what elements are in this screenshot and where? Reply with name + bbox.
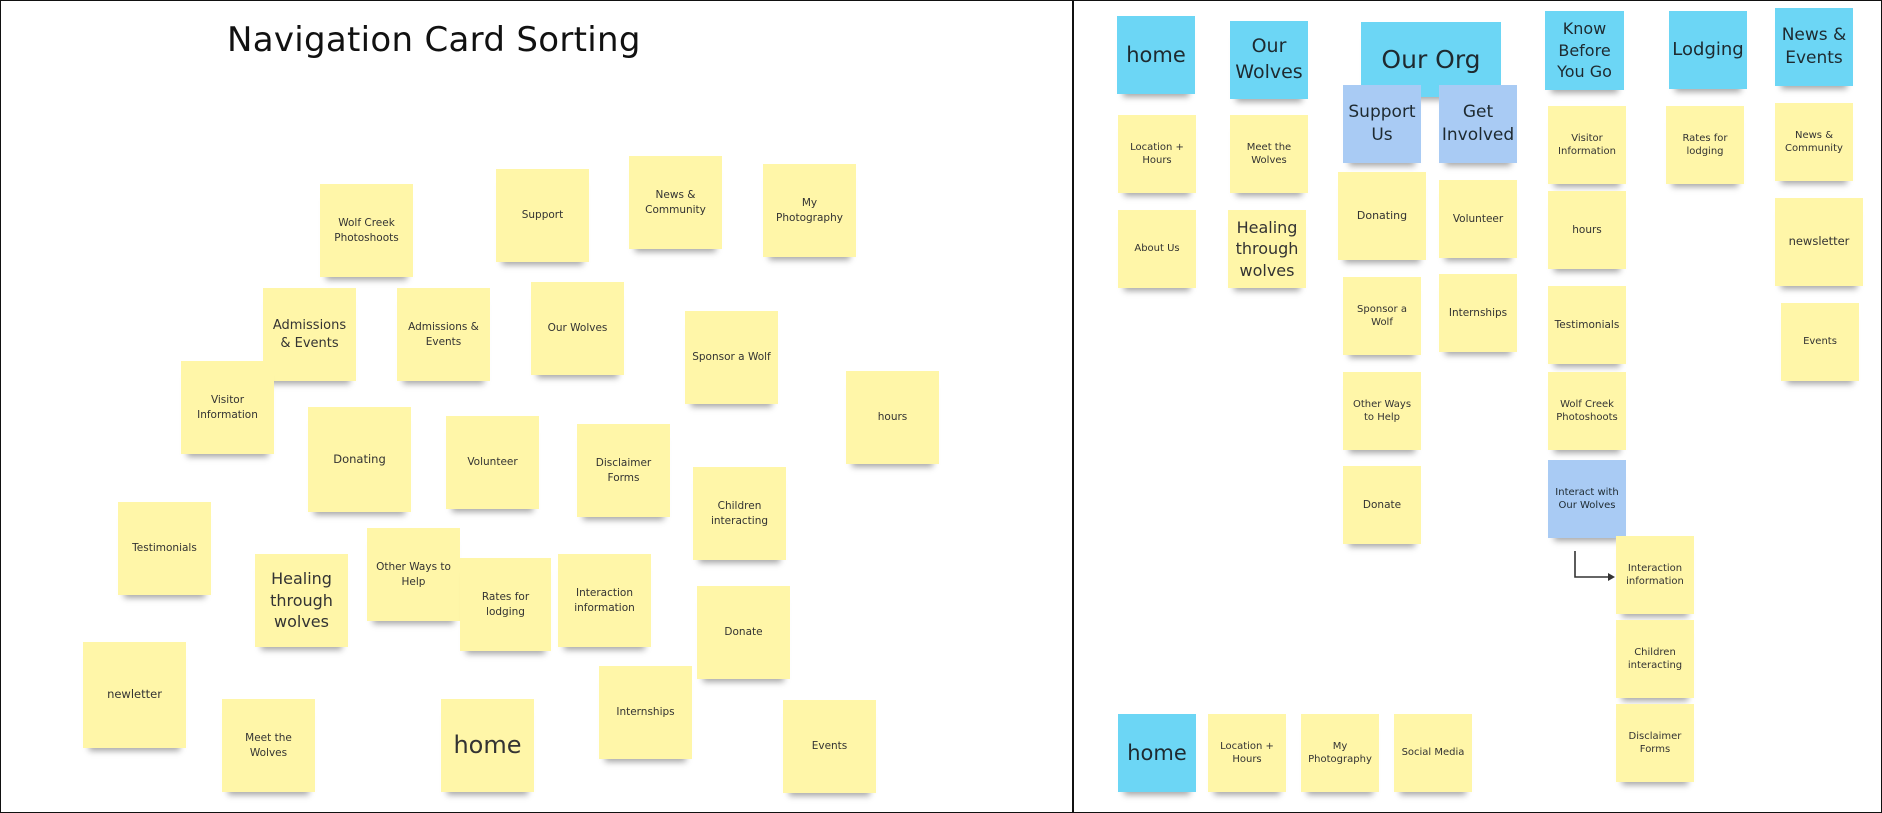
connector-arrow[interactable]	[0, 0, 1882, 813]
whiteboard-canvas: Navigation Card Sorting Wolf Creek Photo…	[0, 0, 1882, 813]
